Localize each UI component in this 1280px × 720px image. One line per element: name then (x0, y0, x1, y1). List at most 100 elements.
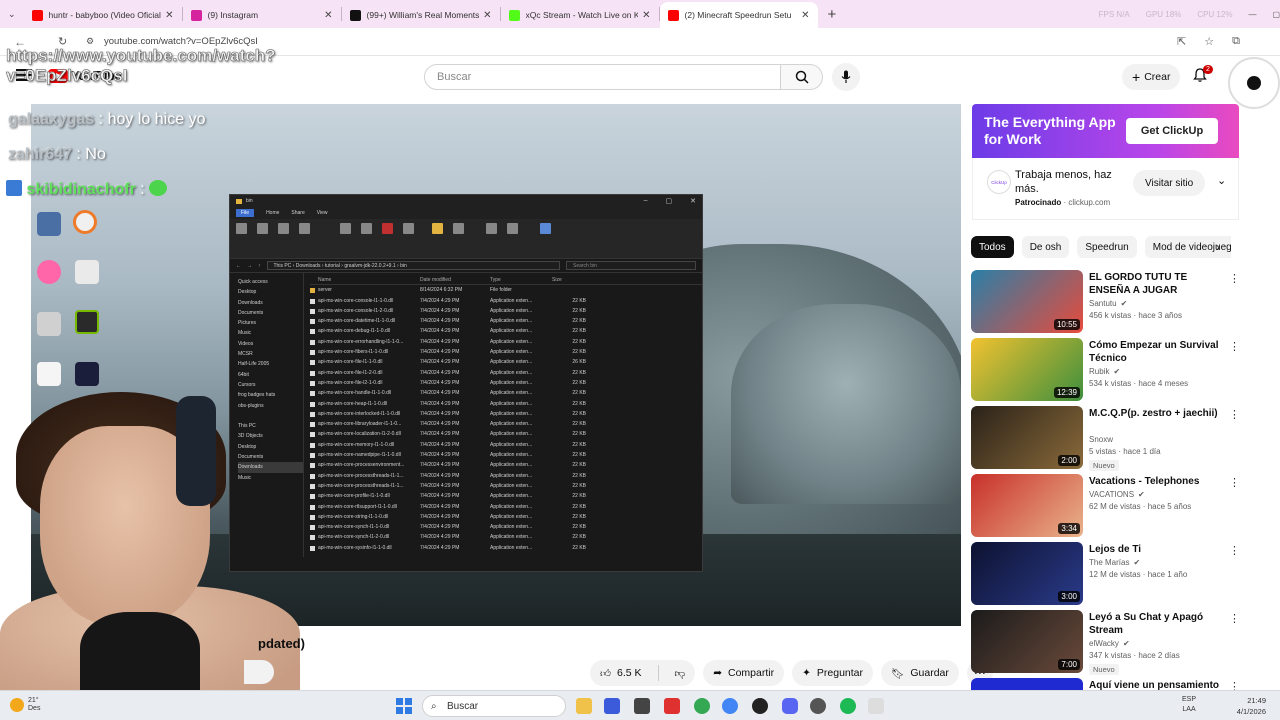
explorer-nav-item: Half-Life 2005 (238, 361, 270, 368)
discord-taskbar-icon[interactable] (782, 698, 798, 714)
browser-tab[interactable]: (99+) William's Real Moments: A ✕ (342, 2, 500, 28)
browser-tab[interactable]: (2) Minecraft Speedrun Setu ✕ (659, 2, 818, 28)
ask-button[interactable]: ✦ Preguntar (792, 660, 874, 686)
install-app-icon[interactable]: ⇱ (1177, 35, 1186, 48)
account-avatar[interactable] (1228, 57, 1280, 109)
tab-close-icon[interactable]: ✕ (801, 10, 809, 21)
language-indicator[interactable]: ESP LAA (1182, 695, 1196, 715)
recommended-video[interactable]: 3:00 Lejos de Ti The Marías ✔ 12 M de vistas… (971, 542, 1241, 610)
bookmark-star-icon[interactable]: ☆ (1204, 35, 1214, 48)
more-options-icon[interactable]: ⋮ (1229, 612, 1240, 625)
more-options-icon[interactable]: ⋮ (1229, 408, 1240, 421)
verified-check-icon: ✔ (1113, 367, 1121, 376)
explorer-file-row: api-ms-win-core-synch-l1-2-0.dll 7/4/2024… (310, 532, 702, 542)
filter-chip[interactable]: Speedrun (1077, 236, 1137, 258)
open-icon (507, 223, 518, 234)
media-taskbar-icon[interactable] (604, 698, 620, 714)
tab-close-icon[interactable]: ✕ (324, 10, 332, 21)
file-name: api-ms-win-core-sysinfo-l1-1-0.dll (310, 543, 420, 553)
window-controls: FPS N/A GPU 18% CPU 12% — ▢ (1087, 0, 1280, 28)
save-button[interactable]: 🔖︎ Guardar (881, 660, 959, 686)
save-label: Guardar (910, 667, 949, 679)
dislike-button[interactable]: 👎︎ (675, 667, 686, 680)
recommended-video[interactable]: 2:00 M.C.Q.P(p. zestro + jaechii) Snoxw 5 v… (971, 406, 1241, 474)
recommended-video[interactable]: 12:39 Cómo Empezar un Survival Técnico Rub… (971, 338, 1241, 406)
chrome-taskbar-icon[interactable] (694, 698, 710, 714)
recommended-video-title[interactable]: Cómo Empezar un Survival Técnico (1089, 339, 1223, 365)
filter-chip[interactable]: Todos (971, 236, 1014, 258)
taskbar-search[interactable]: ⌕ Buscar (422, 695, 566, 717)
channel-name[interactable]: Rubik ✔ (1089, 367, 1120, 376)
recommended-video-title[interactable]: Vacations - Telephones (1089, 475, 1223, 488)
more-options-icon[interactable]: ⋮ (1229, 340, 1240, 353)
subscribe-button-fragment[interactable] (244, 660, 274, 684)
tab-close-icon[interactable]: ✕ (642, 10, 650, 21)
extensions-icon[interactable]: ⧉ (1232, 35, 1240, 48)
video-thumbnail[interactable]: 3:34 (971, 474, 1083, 537)
recommended-video-title[interactable]: EL GORDO TUTU TE ENSEÑA A JUGAR MINECRAF… (1089, 271, 1223, 297)
explorer-file-row: api-ms-win-core-datetime-l1-1-0.dll 7/4/2… (310, 316, 702, 326)
recommended-video[interactable]: 3:34 Vacations - Telephones VACATIONS ✔ 62 M… (971, 474, 1241, 542)
maximize-icon[interactable]: ▢ (1272, 10, 1280, 19)
ad-banner[interactable]: The Everything App for Work Get ClickUp (972, 104, 1239, 158)
minimize-icon[interactable]: — (1248, 10, 1256, 19)
file-type: Application exten... (490, 307, 533, 314)
explorer-minimize-icon: – (643, 197, 648, 204)
spotify-taskbar-icon[interactable] (840, 698, 856, 714)
app-taskbar-icon[interactable] (664, 698, 680, 714)
more-options-icon[interactable]: ⋮ (1229, 272, 1240, 285)
channel-name[interactable]: elWacky ✔ (1089, 639, 1130, 648)
browser-tab[interactable]: xQc Stream - Watch Live on Kick ✕ (501, 2, 659, 28)
stream-url-overlay: https://www.youtube.com/watch? v=0EpZlv6… (6, 46, 276, 86)
app2-taskbar-icon[interactable] (810, 698, 826, 714)
share-button[interactable]: ➦ Compartir (703, 660, 785, 686)
store-taskbar-icon[interactable] (634, 698, 650, 714)
column-date-modified: Date modified (420, 277, 451, 283)
recommended-video[interactable]: 10:55 EL GORDO TUTU TE ENSEÑA A JUGAR MIN… (971, 270, 1241, 338)
channel-name[interactable]: VACATIONS ✔ (1089, 490, 1145, 499)
recommended-video-title[interactable]: Lejos de Ti (1089, 543, 1223, 556)
fps-readout: FPS N/A (1098, 9, 1130, 19)
video-thumbnail[interactable]: 7:00 (971, 610, 1083, 673)
channel-name[interactable]: The Marías ✔ (1089, 558, 1140, 567)
search-input[interactable]: Buscar (424, 64, 781, 90)
voice-search-button[interactable] (832, 63, 860, 91)
tab-close-icon[interactable]: ✕ (165, 10, 173, 21)
recommended-video-title[interactable]: Leyó a Su Chat y Apagó Stream (1089, 611, 1223, 637)
file-date: 7/4/2024 4:29 PM (420, 431, 460, 438)
windows-start-icon[interactable] (396, 698, 412, 714)
notepad-taskbar-icon[interactable] (868, 698, 884, 714)
browser-tab[interactable]: huntr - babyboo (Video Oficial) ✕ (24, 2, 182, 28)
like-button[interactable]: 👍︎ 6.5 K (600, 667, 642, 680)
recommended-video[interactable]: 7:00 Leyó a Su Chat y Apagó Stream elWacky… (971, 610, 1241, 678)
weather-widget[interactable]: 21° Des (10, 697, 40, 713)
ad-banner-cta[interactable]: Get ClickUp (1126, 118, 1218, 144)
more-options-icon[interactable]: ⋮ (1229, 476, 1240, 489)
chevron-right-icon[interactable]: › (1216, 240, 1220, 254)
recommended-video-title[interactable]: M.C.Q.P(p. zestro + jaechii) (1089, 407, 1223, 420)
tab-close-icon[interactable]: ✕ (483, 10, 491, 21)
video-thumbnail[interactable]: 2:00 (971, 406, 1083, 469)
video-thumbnail[interactable]: 12:39 (971, 338, 1083, 401)
new-tab-button[interactable]: + (828, 6, 837, 23)
file-type: Application exten... (490, 410, 533, 417)
visit-site-button[interactable]: Visitar sitio (1133, 170, 1206, 196)
search-button[interactable] (781, 64, 823, 90)
create-button[interactable]: + Crear (1122, 64, 1181, 90)
channel-name[interactable]: Snoxw (1089, 435, 1113, 444)
browser-tab[interactable]: (9) Instagram ✕ (183, 2, 341, 28)
file-date: 7/4/2024 4:29 PM (420, 462, 460, 469)
video-thumbnail[interactable]: 3:00 (971, 542, 1083, 605)
more-options-icon[interactable]: ⋮ (1229, 544, 1240, 557)
chrome-profile-taskbar-icon[interactable] (722, 698, 738, 714)
video-thumbnail[interactable]: 10:55 (971, 270, 1083, 333)
chevron-down-icon[interactable]: ⌄ (1217, 174, 1226, 187)
file-explorer-taskbar-icon[interactable] (576, 698, 592, 714)
system-clock[interactable]: 21:49 4/1/2026 (1226, 695, 1266, 717)
filter-chip[interactable]: De osh (1021, 236, 1070, 258)
obs-taskbar-icon[interactable] (752, 698, 768, 714)
channel-name[interactable]: Santutu ✔ (1089, 299, 1127, 308)
explorer-search: Search bin (566, 261, 696, 270)
tab-search-chevron-icon[interactable]: ⌄ (8, 9, 16, 20)
explorer-file-row: api-ms-win-core-processthreads-l1-1... 7/… (310, 471, 702, 481)
